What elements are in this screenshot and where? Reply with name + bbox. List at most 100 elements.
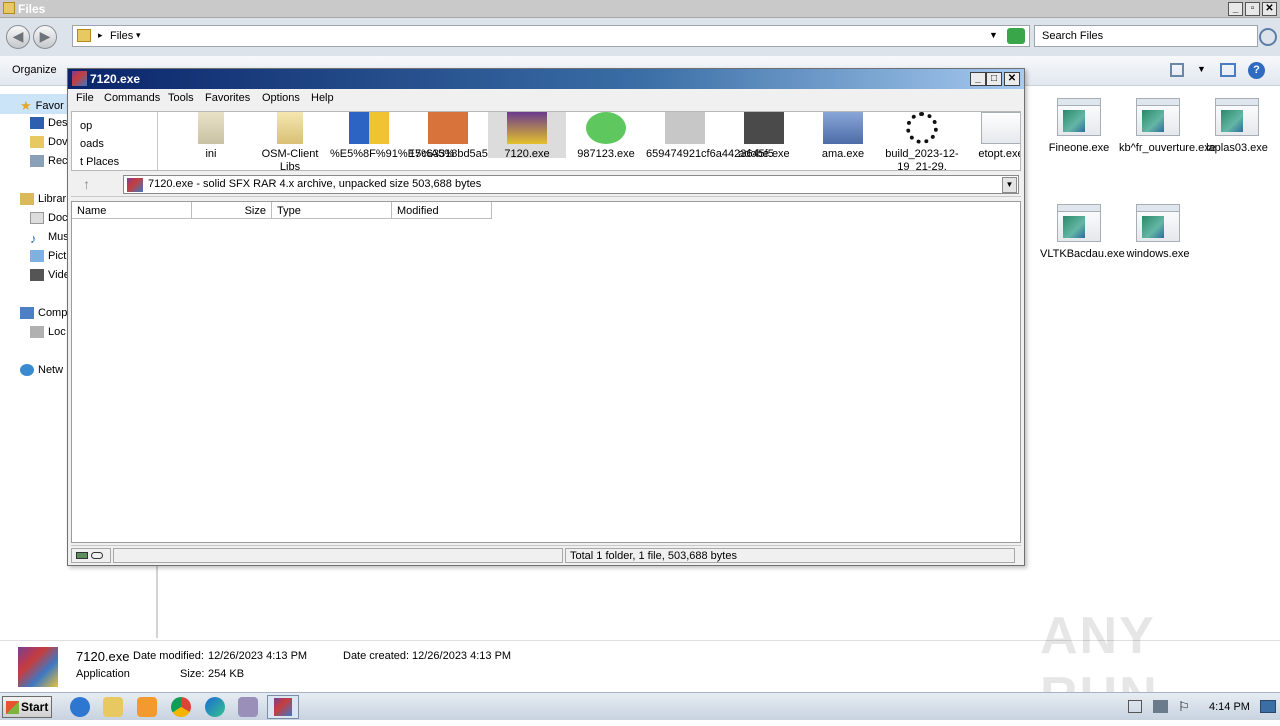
file-item[interactable]: kb^fr_ouverture.exe — [1119, 98, 1216, 155]
nav-desktop[interactable]: Des — [48, 117, 68, 129]
nav-network[interactable]: Netw — [38, 364, 63, 376]
maximize-button[interactable]: ▫ — [1245, 2, 1260, 16]
nav-local-disk[interactable]: Loc — [48, 326, 66, 338]
detail-type: Application — [76, 668, 130, 680]
search-input[interactable]: Search Files — [1034, 25, 1258, 47]
file-item[interactable]: Fineone.exe — [1040, 98, 1118, 155]
nav-recent[interactable]: Rec — [48, 155, 68, 167]
strip-label: adobe.exe — [738, 148, 790, 160]
address-crumb[interactable]: Files — [110, 30, 133, 42]
column-type[interactable]: Type — [272, 202, 392, 219]
menu-help[interactable]: Help — [311, 92, 334, 104]
nav-favorites[interactable]: Favor — [36, 100, 64, 112]
file-name: windows.exe — [1126, 248, 1190, 260]
up-arrow-icon[interactable]: ↑ — [83, 176, 90, 192]
network-tray-icon[interactable] — [1153, 700, 1168, 713]
winrar-window: 7120.exe _ □ ✕ File Commands Tools Favor… — [67, 68, 1025, 566]
menu-favorites[interactable]: Favorites — [205, 92, 250, 104]
nav-documents[interactable]: Doc — [48, 212, 68, 224]
exe-icon — [1057, 204, 1101, 242]
left-pane-item[interactable]: op — [80, 120, 92, 132]
minimize-button[interactable]: _ — [1228, 2, 1243, 16]
shortcut-arrow-icon — [665, 112, 705, 144]
strip-item[interactable]: adobe.exe — [725, 112, 803, 161]
settings-file-icon — [198, 112, 224, 144]
strip-item[interactable]: 659474921cf6a4423645f5 — [646, 112, 774, 161]
show-desktop-icon[interactable] — [1260, 700, 1276, 713]
column-name[interactable]: Name — [72, 202, 192, 219]
start-button[interactable]: Start — [2, 696, 52, 718]
music-icon: ♪ — [30, 231, 37, 246]
key-icon — [91, 552, 104, 559]
strip-label: ama.exe — [821, 148, 865, 160]
strip-item[interactable]: ama.exe — [804, 112, 882, 161]
winrar-minimize-button[interactable]: _ — [970, 72, 986, 86]
left-pane-item[interactable]: oads — [80, 138, 104, 150]
strip-item[interactable]: %E5%8F%91%E7%A5% — [330, 112, 454, 161]
file-item[interactable]: laplas03.exe — [1198, 98, 1276, 155]
refresh-icon[interactable] — [1007, 28, 1025, 44]
winrar-task-button[interactable] — [267, 695, 299, 719]
libraries-icon — [20, 193, 34, 205]
winrar-title: 7120.exe — [90, 72, 141, 86]
forward-button[interactable]: ▶ — [33, 25, 57, 49]
strip-item-selected[interactable]: 7120.exe — [488, 112, 566, 160]
strip-item[interactable]: ini — [172, 112, 250, 161]
nav-computer[interactable]: Comp — [38, 307, 67, 319]
menu-tools[interactable]: Tools — [168, 92, 194, 104]
videos-icon — [30, 269, 44, 281]
explorer-icon[interactable] — [103, 697, 123, 717]
taskbar: Start ⚐ 4:14 PM — [0, 692, 1280, 720]
detail-size-label: Size: — [180, 668, 205, 680]
clock[interactable]: 4:14 PM — [1209, 701, 1250, 713]
pictures-icon — [30, 250, 44, 262]
close-button[interactable]: ✕ — [1262, 2, 1277, 16]
speaker-icon[interactable] — [1128, 700, 1142, 713]
nav-libraries[interactable]: Librar — [38, 193, 66, 205]
archive-tool-icon[interactable] — [238, 697, 258, 717]
column-size[interactable]: Size — [192, 202, 272, 219]
path-dropdown-icon[interactable]: ▼ — [1002, 177, 1017, 193]
view-icon[interactable] — [1170, 63, 1184, 77]
nav-pictures[interactable]: Pict — [48, 250, 66, 262]
window-title: Files — [18, 2, 46, 16]
explorer-title-bar: Files _ ▫ ✕ — [0, 0, 1280, 18]
back-button[interactable]: ◀ — [6, 25, 30, 49]
winrar-archive-icon — [18, 647, 58, 687]
chrome-icon[interactable] — [171, 697, 191, 717]
preview-pane-icon[interactable] — [1220, 63, 1236, 77]
nav-downloads[interactable]: Dov — [48, 136, 68, 148]
winrar-maximize-button[interactable]: □ — [986, 72, 1002, 86]
file-item[interactable]: windows.exe — [1119, 204, 1197, 261]
address-field[interactable]: ▸ Files ▾ ▼ — [72, 25, 1030, 47]
flag-icon[interactable]: ⚐ — [1178, 699, 1190, 715]
local-disk-icon — [30, 326, 44, 338]
menu-file[interactable]: File — [76, 92, 94, 104]
menu-commands[interactable]: Commands — [104, 92, 160, 104]
search-icon[interactable] — [1259, 28, 1277, 46]
strip-label: 987123.exe — [577, 148, 635, 160]
chevron-down-icon[interactable]: ▾ — [136, 30, 141, 41]
media-player-icon[interactable] — [137, 697, 157, 717]
menu-options[interactable]: Options — [262, 92, 300, 104]
internet-explorer-icon[interactable] — [70, 697, 90, 717]
column-modified[interactable]: Modified — [392, 202, 492, 219]
organize-button[interactable]: Organize — [12, 64, 57, 76]
strip-item[interactable]: OSM-Client Libs — [251, 112, 329, 170]
exe-icon — [1136, 204, 1180, 242]
left-pane-item[interactable]: t Places — [80, 156, 119, 168]
folder-icon — [77, 29, 91, 42]
strip-item[interactable]: 15c63318bd5a529e599e — [409, 112, 531, 161]
nav-music[interactable]: Mus — [48, 231, 69, 243]
strip-item[interactable]: build_2023-12-19_21-29. — [883, 112, 961, 170]
edge-icon[interactable] — [205, 697, 225, 717]
file-item[interactable]: VLTKBacdau.exe — [1040, 204, 1125, 261]
help-icon[interactable]: ? — [1248, 62, 1265, 79]
archive-path-field[interactable]: 7120.exe - solid SFX RAR 4.x archive, un… — [123, 175, 1019, 194]
winrar-close-button[interactable]: ✕ — [1004, 72, 1020, 86]
shield-icon — [349, 112, 389, 144]
chevron-down-icon[interactable]: ▼ — [1197, 64, 1206, 74]
strip-item[interactable]: etopt.exe — [962, 112, 1020, 161]
strip-item[interactable]: 987123.exe — [567, 112, 645, 161]
address-dropdown-icon[interactable]: ▼ — [989, 30, 998, 40]
